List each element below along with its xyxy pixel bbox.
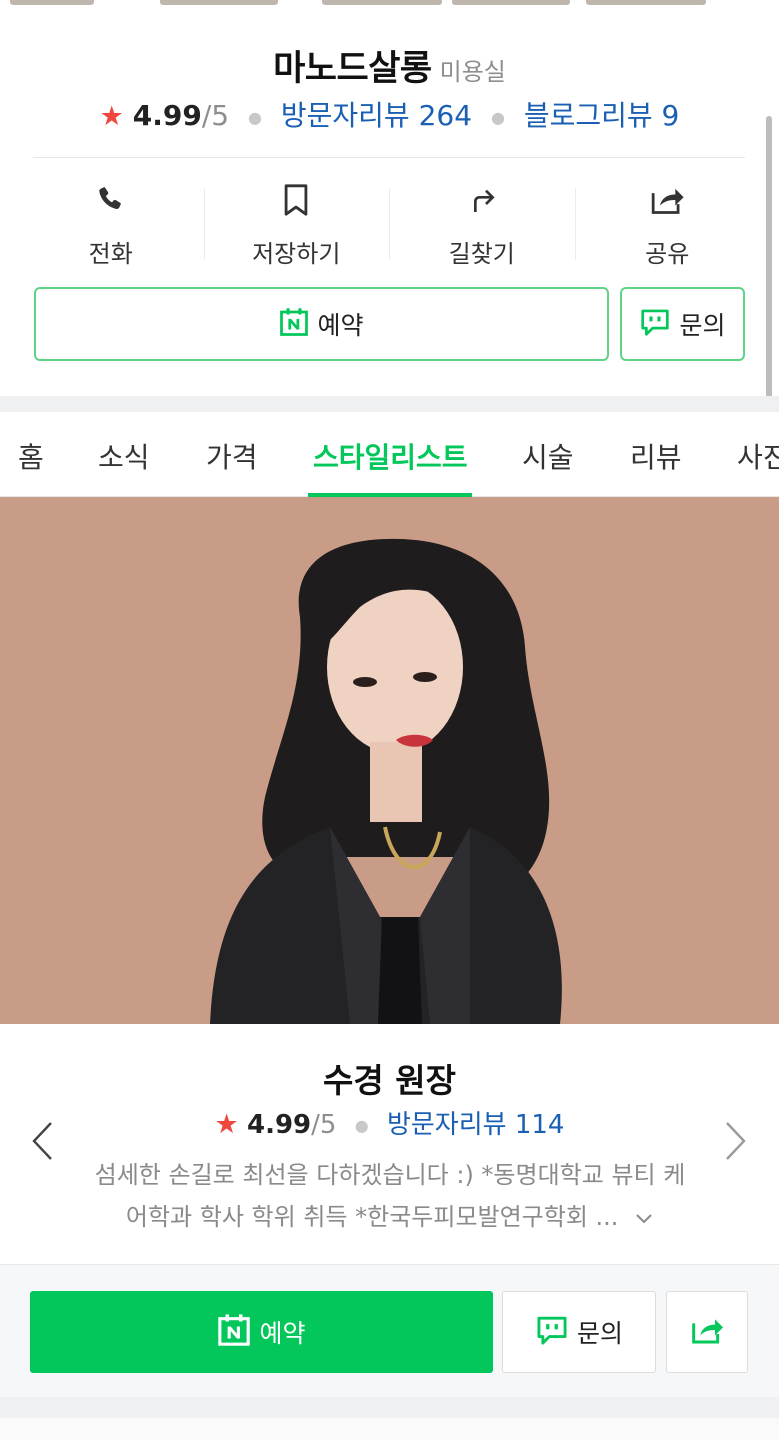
stylist-description[interactable]: 섬세한 손길로 최선을 다하겠습니다 :) *동명대학교 뷰티 케 어학과 학사… bbox=[72, 1154, 708, 1239]
stylist-rating-row: ★ 4.99/5 ● 방문자리뷰 114 bbox=[0, 1104, 779, 1141]
divider bbox=[33, 157, 745, 158]
phone-icon bbox=[91, 180, 131, 220]
directions-button[interactable]: 길찾기 bbox=[389, 178, 575, 273]
star-icon: ★ bbox=[99, 101, 124, 132]
chat-icon bbox=[639, 307, 671, 341]
section-gap bbox=[0, 396, 779, 412]
naver-booking-icon bbox=[279, 307, 309, 341]
bottom-reserve-button[interactable]: 예약 bbox=[30, 1291, 493, 1373]
bookmark-icon bbox=[276, 180, 316, 220]
tab-review[interactable]: 리뷰 bbox=[630, 436, 682, 476]
stylist-name: 수경 원장 bbox=[323, 1061, 456, 1100]
place-rating-row: ★ 4.99/5 ● 방문자리뷰 264 ● 블로그리뷰 9 bbox=[0, 94, 779, 134]
call-label: 전화 bbox=[88, 240, 133, 268]
tab-bar: 홈 소식 가격 스타일리스트 시술 리뷰 사진 bbox=[0, 412, 779, 497]
blog-reviews-link[interactable]: 블로그리뷰 9 bbox=[524, 99, 680, 132]
next-stylist-arrow[interactable] bbox=[722, 1120, 748, 1166]
call-button[interactable]: 전화 bbox=[18, 178, 204, 273]
tab-home[interactable]: 홈 bbox=[18, 436, 44, 476]
bottom-inquiry-label: 문의 bbox=[576, 1319, 623, 1348]
chevron-left-icon bbox=[32, 1122, 52, 1160]
place-rating-max: /5 bbox=[201, 99, 230, 132]
stylist-visitor-reviews-link[interactable]: 방문자리뷰 114 bbox=[387, 1110, 565, 1140]
star-icon: ★ bbox=[214, 1109, 239, 1140]
visitor-reviews-link[interactable]: 방문자리뷰 264 bbox=[281, 99, 472, 132]
save-button[interactable]: 저장하기 bbox=[203, 178, 390, 273]
reserve-button[interactable]: 예약 bbox=[34, 287, 609, 361]
action-row: 전화 저장하기 길찾기 공유 bbox=[18, 178, 760, 273]
prev-stylist-arrow[interactable] bbox=[30, 1120, 56, 1166]
bottom-share-button[interactable] bbox=[666, 1291, 748, 1373]
separator-dot: ● bbox=[354, 1116, 369, 1135]
chevron-down-icon[interactable] bbox=[634, 1197, 654, 1239]
tab-photo[interactable]: 사진 bbox=[737, 436, 779, 476]
bottom-action-bar: 예약 문의 bbox=[0, 1265, 779, 1397]
scrollbar[interactable] bbox=[766, 116, 772, 408]
stylist-photo bbox=[0, 497, 779, 1024]
top-image-strip bbox=[0, 0, 779, 8]
description-line-2: 어학과 학사 학위 취득 *한국두피모발연구학회 ... bbox=[125, 1203, 619, 1231]
reserve-label: 예약 bbox=[317, 311, 364, 340]
inquiry-button[interactable]: 문의 bbox=[620, 287, 745, 361]
share-icon bbox=[689, 1314, 725, 1350]
title-row: 마노드살롱 미용실 bbox=[0, 40, 779, 91]
directions-label: 길찾기 bbox=[448, 240, 515, 268]
stylist-rating: 4.99 bbox=[247, 1110, 312, 1140]
separator-dot: ● bbox=[248, 107, 262, 127]
tab-treatment[interactable]: 시술 bbox=[522, 436, 574, 476]
bottom-inquiry-button[interactable]: 문의 bbox=[502, 1291, 656, 1373]
share-icon bbox=[647, 180, 687, 220]
place-header: 마노드살롱 미용실 ★ 4.99/5 ● 방문자리뷰 264 ● 블로그리뷰 9 … bbox=[0, 8, 779, 408]
save-label: 저장하기 bbox=[252, 240, 341, 268]
bottom-reserve-label: 예약 bbox=[259, 1319, 306, 1348]
separator-dot: ● bbox=[490, 107, 505, 127]
stylist-portrait-illustration bbox=[0, 497, 779, 1024]
share-button[interactable]: 공유 bbox=[574, 178, 761, 273]
naver-booking-icon bbox=[217, 1313, 251, 1351]
description-line-1: 섬세한 손길로 최선을 다하겠습니다 :) *동명대학교 뷰티 케 bbox=[94, 1161, 686, 1189]
stylist-rating-max: /5 bbox=[311, 1110, 337, 1140]
tab-news[interactable]: 소식 bbox=[98, 436, 150, 476]
place-rating: 4.99 bbox=[132, 99, 202, 132]
inquiry-label: 문의 bbox=[679, 311, 726, 340]
tab-stylist[interactable]: 스타일리스트 bbox=[313, 436, 468, 476]
chevron-right-icon bbox=[726, 1122, 746, 1160]
share-label: 공유 bbox=[645, 240, 690, 268]
place-name: 마노드살롱 bbox=[273, 49, 432, 89]
description-line-2-row: 어학과 학사 학위 취득 *한국두피모발연구학회 ... bbox=[72, 1196, 708, 1239]
stylist-card: 수경 원장 ★ 4.99/5 ● 방문자리뷰 114 섬세한 손길로 최선을 다… bbox=[0, 1024, 779, 1264]
next-section-card bbox=[0, 1418, 779, 1440]
place-category: 미용실 bbox=[439, 58, 506, 86]
tab-price[interactable]: 가격 bbox=[206, 436, 258, 476]
chat-icon bbox=[535, 1314, 569, 1350]
directions-icon bbox=[462, 180, 502, 220]
